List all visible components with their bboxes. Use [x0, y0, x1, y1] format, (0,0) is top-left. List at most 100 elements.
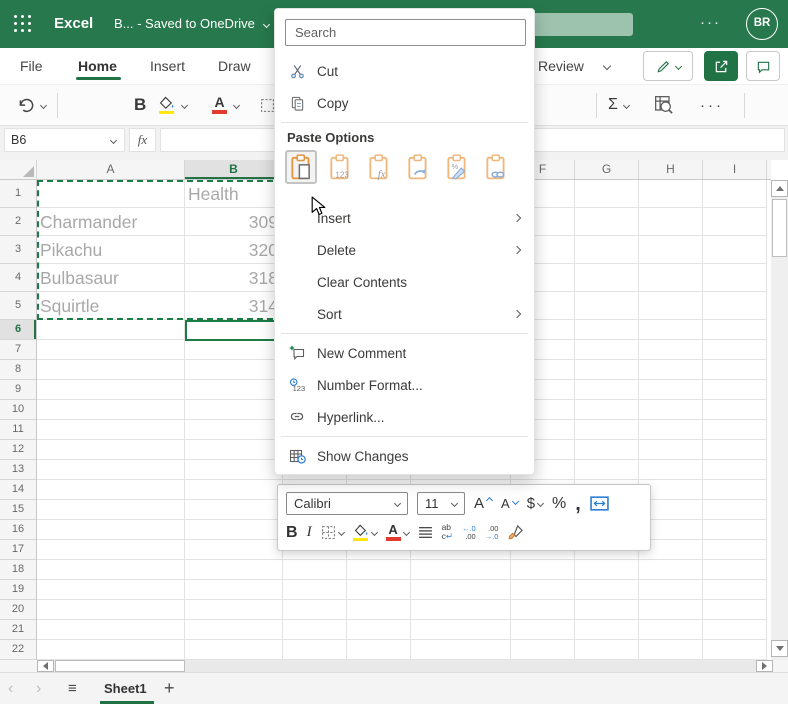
- grid-cell-B1[interactable]: Health: [185, 180, 283, 208]
- mini-increase-decimal-button[interactable]: ←.0.00: [462, 524, 476, 541]
- menu-item-cut[interactable]: Cut: [275, 55, 534, 87]
- row-header-1[interactable]: 1: [0, 180, 36, 208]
- share-button[interactable]: [704, 51, 738, 81]
- find-button[interactable]: [654, 85, 674, 125]
- grid-cell-A5[interactable]: Squirtle: [37, 292, 185, 320]
- paste-transpose-button[interactable]: [402, 150, 434, 184]
- row-header-4[interactable]: 4: [0, 264, 36, 292]
- menu-item-hyperlink[interactable]: Hyperlink...: [275, 401, 534, 433]
- mini-format-painter-button[interactable]: [507, 524, 524, 541]
- tab-file[interactable]: File: [20, 48, 43, 84]
- grid-cell-B3[interactable]: 320: [185, 236, 283, 264]
- horizontal-scroll-thumb[interactable]: [55, 660, 185, 672]
- context-menu-search-input[interactable]: [285, 19, 526, 46]
- mini-font-size-select[interactable]: 11: [417, 492, 465, 515]
- paste-button[interactable]: [285, 150, 317, 184]
- scroll-up-button[interactable]: [771, 180, 788, 197]
- tab-insert[interactable]: Insert: [150, 48, 185, 84]
- fx-button[interactable]: fx: [129, 128, 156, 152]
- grid-cell-B2[interactable]: 309: [185, 208, 283, 236]
- row-header-17[interactable]: 17: [0, 540, 36, 560]
- row-header-14[interactable]: 14: [0, 480, 36, 500]
- titlebar-more-button[interactable]: ···: [700, 0, 721, 46]
- select-all-corner[interactable]: [0, 160, 37, 179]
- row-header-10[interactable]: 10: [0, 400, 36, 420]
- fill-color-button[interactable]: [158, 85, 189, 125]
- menu-item-new-comment[interactable]: New Comment: [275, 337, 534, 369]
- grid-cell-A3[interactable]: Pikachu: [37, 236, 185, 264]
- mini-fill-color-button[interactable]: [353, 524, 378, 542]
- row-header-22[interactable]: 22: [0, 640, 36, 660]
- row-header-2[interactable]: 2: [0, 208, 36, 236]
- editing-mode-button[interactable]: [643, 51, 693, 81]
- mini-borders-button[interactable]: [321, 525, 345, 540]
- row-header-8[interactable]: 8: [0, 360, 36, 380]
- mini-font-color-button[interactable]: A: [385, 523, 410, 541]
- sheet-tab-sheet1[interactable]: Sheet1: [104, 673, 147, 704]
- mini-italic-button[interactable]: I: [307, 524, 312, 541]
- row-header-15[interactable]: 15: [0, 500, 36, 520]
- column-header-I[interactable]: I: [703, 160, 767, 179]
- row-header-18[interactable]: 18: [0, 560, 36, 580]
- app-launcher-icon[interactable]: [14, 15, 32, 33]
- row-header-13[interactable]: 13: [0, 460, 36, 480]
- scroll-left-button[interactable]: [37, 660, 54, 672]
- paste-values-button[interactable]: 123: [324, 150, 356, 184]
- tab-draw[interactable]: Draw: [218, 48, 251, 84]
- name-box[interactable]: B6: [4, 128, 125, 152]
- mini-bold-button[interactable]: B: [286, 524, 298, 542]
- row-header-3[interactable]: 3: [0, 236, 36, 264]
- mini-font-name-select[interactable]: Calibri: [286, 492, 408, 515]
- menu-item-sort[interactable]: Sort: [275, 298, 534, 330]
- borders-button[interactable]: [260, 85, 275, 125]
- comments-button[interactable]: [746, 51, 780, 81]
- paste-formatting-button[interactable]: %: [441, 150, 473, 184]
- row-header-16[interactable]: 16: [0, 520, 36, 540]
- paste-formulas-button[interactable]: fx: [363, 150, 395, 184]
- menu-item-delete[interactable]: Delete: [275, 234, 534, 266]
- accounting-format-button[interactable]: $: [527, 495, 545, 512]
- grid-cell-A2[interactable]: Charmander: [37, 208, 185, 236]
- row-header-6[interactable]: 6: [0, 320, 36, 340]
- row-header-5[interactable]: 5: [0, 292, 36, 320]
- row-header-20[interactable]: 20: [0, 600, 36, 620]
- autofit-button[interactable]: [590, 496, 609, 511]
- mini-decrease-decimal-button[interactable]: .00 →.0: [485, 524, 499, 541]
- column-header-A[interactable]: A: [37, 160, 185, 179]
- row-header-19[interactable]: 19: [0, 580, 36, 600]
- scroll-right-button[interactable]: [756, 660, 773, 672]
- grid-cell-A4[interactable]: Bulbasaur: [37, 264, 185, 292]
- vertical-scroll-thumb[interactable]: [772, 199, 787, 257]
- column-header-H[interactable]: H: [639, 160, 703, 179]
- avatar[interactable]: BR: [746, 8, 778, 40]
- increase-font-size-button[interactable]: A: [474, 495, 494, 512]
- menu-item-clear-contents[interactable]: Clear Contents: [275, 266, 534, 298]
- mini-wrap-text-button[interactable]: ab c↵: [442, 523, 453, 542]
- add-sheet-button[interactable]: +: [164, 673, 175, 704]
- next-sheet-button[interactable]: ›: [36, 673, 41, 704]
- font-color-button[interactable]: A: [212, 85, 241, 125]
- menu-item-insert[interactable]: Insert: [275, 202, 534, 234]
- toolbar-more-button[interactable]: ···: [700, 85, 724, 125]
- row-header-12[interactable]: 12: [0, 440, 36, 460]
- mini-align-button[interactable]: [418, 526, 433, 539]
- scroll-down-button[interactable]: [771, 640, 788, 657]
- paste-link-button[interactable]: [480, 150, 512, 184]
- menu-item-number-format[interactable]: 123 Number Format...: [275, 369, 534, 401]
- autosum-button[interactable]: Σ: [608, 85, 630, 125]
- column-header-B[interactable]: B: [185, 160, 283, 179]
- menu-item-show-changes[interactable]: Show Changes: [275, 440, 534, 472]
- grid-cell-B4[interactable]: 318: [185, 264, 283, 292]
- column-header-G[interactable]: G: [575, 160, 639, 179]
- bold-button[interactable]: B: [134, 85, 146, 125]
- tab-review[interactable]: Review: [538, 48, 584, 84]
- row-header-21[interactable]: 21: [0, 620, 36, 640]
- undo-button[interactable]: [16, 85, 48, 125]
- tab-overflow-chevron-icon[interactable]: [602, 61, 612, 71]
- sheet-list-menu-icon[interactable]: ≡: [68, 673, 77, 704]
- row-header-11[interactable]: 11: [0, 420, 36, 440]
- row-header-7[interactable]: 7: [0, 340, 36, 360]
- menu-item-copy[interactable]: Copy: [275, 87, 534, 119]
- prev-sheet-button[interactable]: ‹: [8, 673, 13, 704]
- document-title[interactable]: B... - Saved to OneDrive: [114, 0, 270, 48]
